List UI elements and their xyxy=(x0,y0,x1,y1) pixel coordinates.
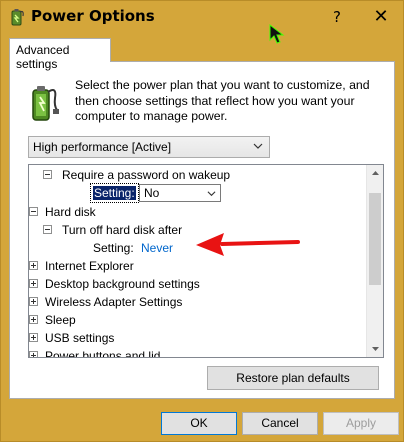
tree-item-power-buttons[interactable]: Power buttons and lid xyxy=(29,347,349,358)
ok-button[interactable]: OK xyxy=(161,412,237,435)
battery-plan-icon xyxy=(32,86,59,121)
never-setting-link[interactable]: Never xyxy=(141,239,173,257)
tree-item-label: Require a password on wakeup xyxy=(62,168,231,182)
scroll-down-icon[interactable] xyxy=(367,340,384,357)
tree-item-wireless-adapter[interactable]: Wireless Adapter Settings xyxy=(29,293,349,311)
collapse-icon[interactable] xyxy=(43,170,52,179)
tree-item-label: Desktop background settings xyxy=(45,277,200,291)
red-arrow-annotation xyxy=(196,233,300,256)
power-settings-tree[interactable]: Require a password on wakeup Setting: No… xyxy=(28,164,384,358)
apply-button[interactable]: Apply xyxy=(323,412,399,435)
scroll-up-icon[interactable] xyxy=(367,165,384,182)
plan-description: Select the power plan that you want to c… xyxy=(75,78,370,123)
expand-icon[interactable] xyxy=(29,315,38,324)
tree-item-require-password[interactable]: Require a password on wakeup xyxy=(43,166,363,184)
tree-item-label: Internet Explorer xyxy=(45,259,134,273)
collapse-icon[interactable] xyxy=(43,225,52,234)
tree-item-label: Hard disk xyxy=(45,205,96,219)
advanced-settings-panel: Select the power plan that you want to c… xyxy=(9,61,395,399)
chevron-down-icon xyxy=(253,143,263,149)
help-button[interactable]: ? xyxy=(323,5,351,29)
tab-advanced-settings[interactable]: Advanced settings xyxy=(9,38,111,71)
tree-item-internet-explorer[interactable]: Internet Explorer xyxy=(29,257,349,275)
scroll-thumb[interactable] xyxy=(369,193,381,285)
chevron-down-icon xyxy=(207,191,216,197)
power-options-window: Power Options ? ✕ Advanced settings Sele… xyxy=(0,0,404,442)
window-title: Power Options xyxy=(31,7,155,25)
tab-label: Advanced settings xyxy=(16,43,70,71)
cancel-button[interactable]: Cancel xyxy=(242,412,318,435)
expand-icon[interactable] xyxy=(29,279,38,288)
expand-icon[interactable] xyxy=(29,297,38,306)
password-setting-select[interactable]: No xyxy=(139,184,221,202)
power-plan-dropdown[interactable]: High performance [Active] xyxy=(28,136,270,158)
power-options-icon xyxy=(11,9,24,26)
tree-item-label: Turn off hard disk after xyxy=(62,223,183,237)
close-button[interactable]: ✕ xyxy=(367,5,395,29)
collapse-icon[interactable] xyxy=(29,207,38,216)
tree-item-label: Power buttons and lid xyxy=(45,349,161,358)
tree-scrollbar[interactable] xyxy=(366,165,383,357)
power-plan-selected: High performance [Active] xyxy=(33,140,172,154)
tree-item-label: Sleep xyxy=(45,313,76,327)
tree-item-desktop-background[interactable]: Desktop background settings xyxy=(29,275,349,293)
mouse-pointer-icon xyxy=(269,23,285,44)
tree-item-sleep[interactable]: Sleep xyxy=(29,311,349,329)
tree-item-usb-settings[interactable]: USB settings xyxy=(29,329,349,347)
tree-item-label: USB settings xyxy=(45,331,115,345)
expand-icon[interactable] xyxy=(29,333,38,342)
setting-label: Setting: xyxy=(90,183,139,203)
tree-setting-row: Setting: No xyxy=(29,183,349,203)
title-bar[interactable]: Power Options ? ✕ xyxy=(1,1,403,33)
password-setting-value: No xyxy=(144,186,160,200)
tree-item-hard-disk[interactable]: Hard disk xyxy=(29,203,349,221)
expand-icon[interactable] xyxy=(29,351,38,357)
restore-plan-defaults-button[interactable]: Restore plan defaults xyxy=(207,366,379,390)
expand-icon[interactable] xyxy=(29,261,38,270)
setting-label: Setting: xyxy=(93,241,134,255)
tree-item-label: Wireless Adapter Settings xyxy=(45,295,183,309)
